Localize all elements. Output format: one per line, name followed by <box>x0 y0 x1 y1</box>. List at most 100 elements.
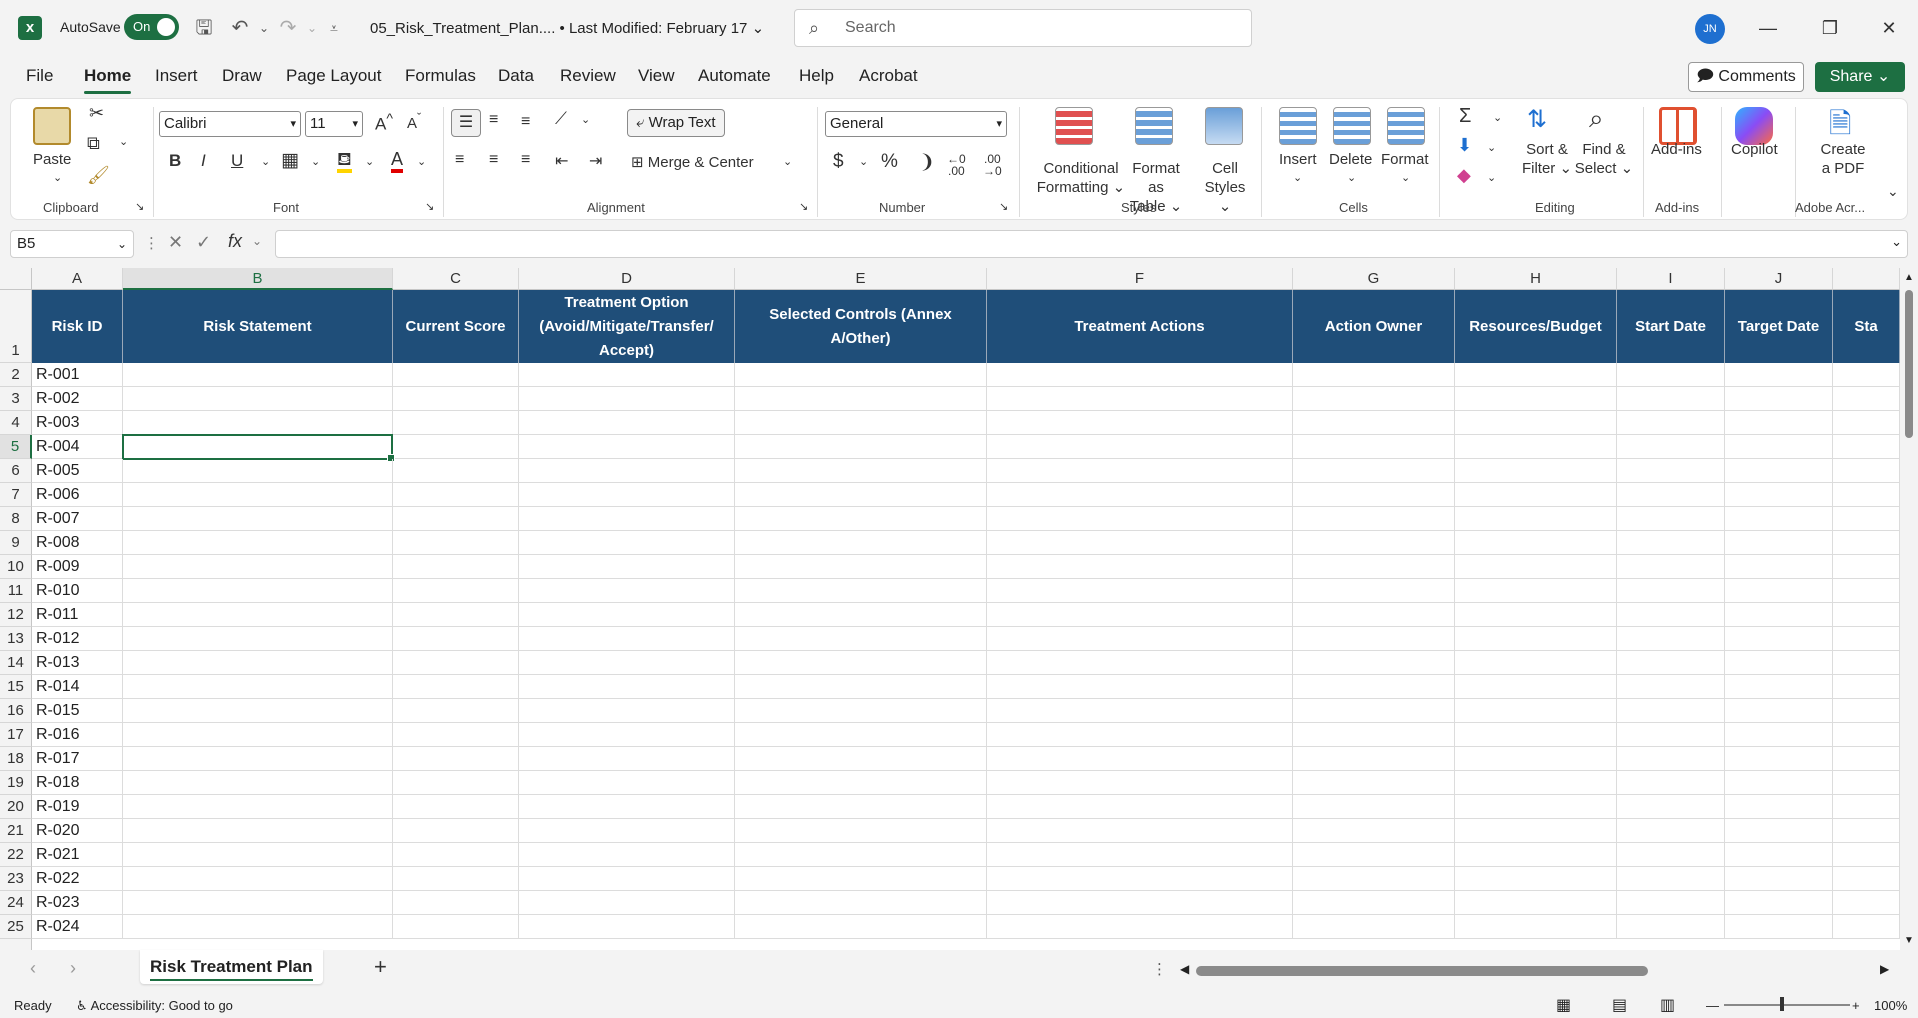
cell[interactable] <box>1833 915 1900 939</box>
cell[interactable] <box>1725 603 1833 627</box>
cell[interactable] <box>1293 627 1455 651</box>
cell[interactable] <box>1455 411 1617 435</box>
cell[interactable] <box>1833 435 1900 459</box>
row-header[interactable]: 21 <box>0 819 32 843</box>
tab-acrobat[interactable]: Acrobat <box>859 66 918 86</box>
vertical-scroll-thumb[interactable] <box>1905 290 1913 438</box>
cell[interactable] <box>519 555 735 579</box>
column-header-d[interactable]: D <box>519 268 735 290</box>
cell[interactable] <box>1725 555 1833 579</box>
cell[interactable] <box>987 459 1293 483</box>
cell[interactable] <box>1293 891 1455 915</box>
cell[interactable] <box>1833 699 1900 723</box>
risk-id-cell[interactable]: R-016 <box>32 723 123 747</box>
cell[interactable] <box>1293 531 1455 555</box>
bold-button[interactable]: B <box>169 151 181 171</box>
cell[interactable] <box>1293 579 1455 603</box>
cell[interactable] <box>393 387 519 411</box>
tab-draw[interactable]: Draw <box>222 66 262 86</box>
cell[interactable] <box>735 459 987 483</box>
cell[interactable] <box>123 411 393 435</box>
cell-styles-button[interactable]: Cell Styles ⌄ <box>1197 121 1253 216</box>
cell[interactable] <box>519 363 735 387</box>
row-header[interactable]: 3 <box>0 387 32 411</box>
cell[interactable] <box>1617 603 1725 627</box>
cell[interactable] <box>1455 387 1617 411</box>
cell[interactable] <box>123 747 393 771</box>
comments-button[interactable]: 🗩 Comments <box>1688 62 1804 92</box>
cell[interactable] <box>1833 507 1900 531</box>
spreadsheet-grid[interactable]: A B C D E F G H I J Risk ID Risk Statement Current S… <box>0 268 1918 950</box>
risk-id-cell[interactable]: R-003 <box>32 411 123 435</box>
cell[interactable] <box>123 555 393 579</box>
cell[interactable] <box>987 603 1293 627</box>
cell[interactable] <box>1617 531 1725 555</box>
chevron-down-icon[interactable]: ⌄ <box>311 155 320 168</box>
cell[interactable] <box>393 555 519 579</box>
cell[interactable] <box>987 363 1293 387</box>
cell[interactable] <box>519 651 735 675</box>
cell[interactable] <box>1725 675 1833 699</box>
cell[interactable] <box>987 579 1293 603</box>
restore-icon[interactable]: ❐ <box>1815 14 1845 42</box>
cell[interactable] <box>1725 723 1833 747</box>
paste-icon[interactable] <box>33 107 71 145</box>
cell[interactable] <box>393 363 519 387</box>
search-box[interactable]: ⌕ Search <box>794 9 1252 47</box>
cell[interactable] <box>987 627 1293 651</box>
cell[interactable] <box>519 675 735 699</box>
cell[interactable] <box>1455 699 1617 723</box>
chevron-down-icon[interactable]: ⌄ <box>1493 111 1502 124</box>
cell[interactable] <box>1725 507 1833 531</box>
cell[interactable] <box>987 723 1293 747</box>
align-bottom-icon[interactable]: ≡ <box>521 113 530 131</box>
row-header[interactable]: 13 <box>0 627 32 651</box>
cell[interactable] <box>393 651 519 675</box>
cell[interactable] <box>987 483 1293 507</box>
risk-id-cell[interactable]: R-021 <box>32 843 123 867</box>
cell[interactable] <box>735 891 987 915</box>
column-header-e[interactable]: E <box>735 268 987 290</box>
risk-id-cell[interactable]: R-002 <box>32 387 123 411</box>
cell[interactable] <box>1455 363 1617 387</box>
cell[interactable] <box>987 843 1293 867</box>
cell[interactable] <box>987 867 1293 891</box>
header-cell[interactable]: Target Date <box>1725 290 1833 363</box>
cell[interactable] <box>1833 819 1900 843</box>
cell[interactable] <box>1617 435 1725 459</box>
avatar[interactable]: JN <box>1695 14 1725 44</box>
cell[interactable] <box>735 531 987 555</box>
addins-button[interactable]: Add-ins <box>1651 121 1702 159</box>
delete-button[interactable]: Delete <box>1329 151 1372 168</box>
chevron-down-icon[interactable]: ⌄ <box>581 113 590 126</box>
cell[interactable] <box>1725 531 1833 555</box>
italic-button[interactable]: I <box>201 151 206 171</box>
cell[interactable] <box>1725 891 1833 915</box>
row-header[interactable]: 2 <box>0 363 32 387</box>
cell[interactable] <box>123 867 393 891</box>
cell[interactable] <box>1617 507 1725 531</box>
cell[interactable] <box>1455 507 1617 531</box>
currency-button[interactable]: $ <box>833 151 844 173</box>
page-break-view-icon[interactable]: ▥ <box>1660 995 1675 1015</box>
row-header[interactable]: 1 <box>0 290 32 363</box>
redo-icon[interactable]: ↷ <box>276 16 300 40</box>
align-right-icon[interactable]: ≡ <box>521 151 530 169</box>
tab-help[interactable]: Help <box>799 66 834 86</box>
zoom-level[interactable]: 100% <box>1874 998 1907 1013</box>
find-select-button[interactable]: Find & Select ⌄ <box>1573 121 1635 178</box>
column-header-k[interactable] <box>1833 268 1900 290</box>
cell[interactable] <box>1293 699 1455 723</box>
tab-view[interactable]: View <box>638 66 675 86</box>
cell[interactable] <box>1455 723 1617 747</box>
cell[interactable] <box>1833 891 1900 915</box>
row-header[interactable]: 6 <box>0 459 32 483</box>
cell[interactable] <box>735 771 987 795</box>
chevron-down-icon[interactable]: ⌄ <box>1487 171 1496 184</box>
cell[interactable] <box>123 531 393 555</box>
undo-dropdown-icon[interactable]: ⌄ <box>252 16 276 40</box>
row-header[interactable]: 22 <box>0 843 32 867</box>
cell[interactable] <box>1725 771 1833 795</box>
cell[interactable] <box>735 747 987 771</box>
cell[interactable] <box>1833 867 1900 891</box>
